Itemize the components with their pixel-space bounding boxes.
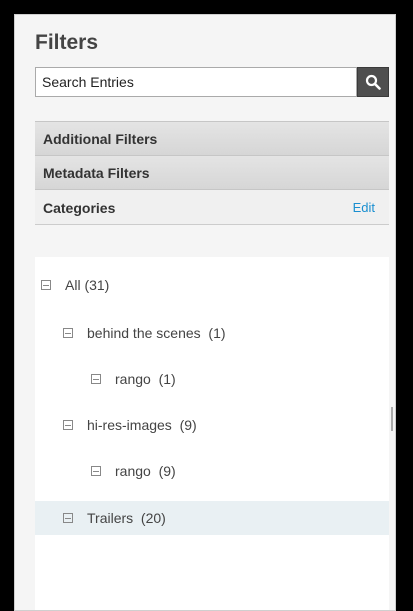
additional-filters-section[interactable]: Additional Filters <box>35 121 389 155</box>
search-input[interactable] <box>35 67 357 97</box>
edit-link[interactable]: Edit <box>353 190 375 226</box>
tree-item-label: All (31) <box>65 277 110 293</box>
filters-panel: Filters Additional Filters Metadata Filt… <box>14 14 396 611</box>
collapse-icon[interactable] <box>63 328 73 338</box>
panel-title: Filters <box>35 31 99 54</box>
tree-item-label: behind the scenes (1) <box>87 325 226 341</box>
tree-item[interactable]: behind the scenes (1) <box>35 316 389 350</box>
tree-item[interactable]: Trailers (20) <box>35 501 389 535</box>
tree-item-label: hi-res-images (9) <box>87 417 197 433</box>
categories-label: Categories <box>43 200 116 216</box>
collapse-icon[interactable] <box>63 513 73 523</box>
scrollbar[interactable] <box>391 407 393 431</box>
collapse-icon[interactable] <box>91 466 101 476</box>
tree-item[interactable]: rango (1) <box>35 362 389 396</box>
collapse-icon[interactable] <box>63 420 73 430</box>
search-icon <box>365 74 381 90</box>
metadata-filters-section[interactable]: Metadata Filters <box>35 155 389 189</box>
category-tree: All (31) behind the scenes (1) rango (1) hi… <box>35 257 389 610</box>
tree-item[interactable]: rango (9) <box>35 454 389 488</box>
categories-section[interactable]: Categories Edit <box>35 189 389 225</box>
tree-item[interactable]: All (31) <box>35 268 389 302</box>
collapse-icon[interactable] <box>41 280 51 290</box>
tree-item[interactable]: hi-res-images (9) <box>35 408 389 442</box>
tree-item-label: Trailers (20) <box>87 510 166 526</box>
tree-item-label: rango (9) <box>115 463 176 479</box>
search-button[interactable] <box>357 67 389 97</box>
collapse-icon[interactable] <box>91 374 101 384</box>
tree-item-label: rango (1) <box>115 371 176 387</box>
